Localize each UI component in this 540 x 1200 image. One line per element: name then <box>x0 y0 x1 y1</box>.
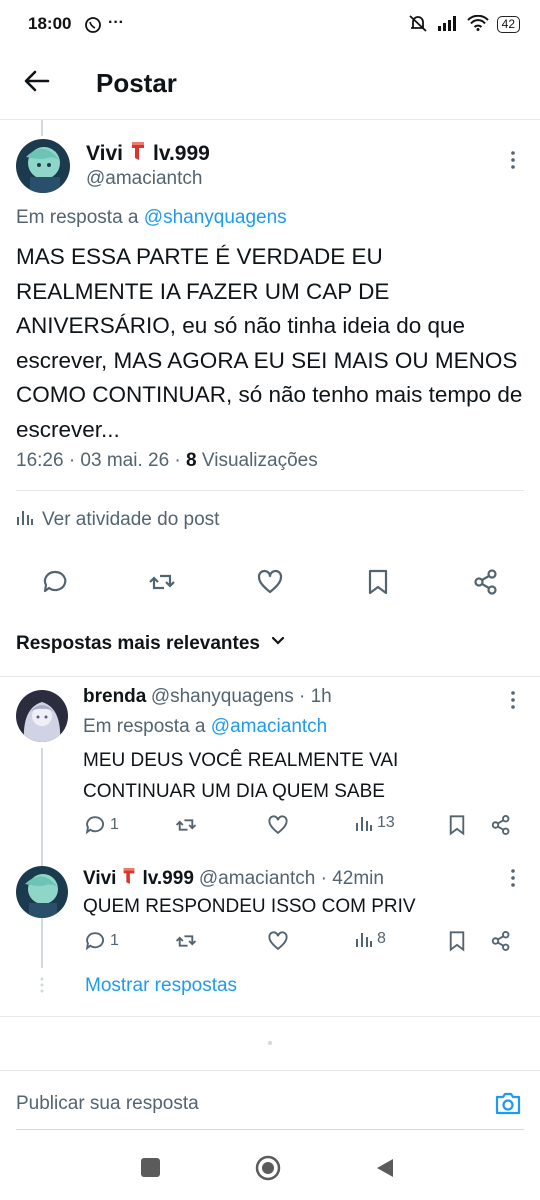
views-label: Visualizações <box>201 450 318 471</box>
home-button-icon[interactable] <box>255 1155 281 1186</box>
back-arrow-icon[interactable] <box>22 66 52 96</box>
battery-indicator: 42 <box>496 16 520 33</box>
like-icon[interactable] <box>267 814 289 836</box>
post-author-handle[interactable]: @amaciantch <box>86 168 202 190</box>
composer-underline <box>16 1129 524 1130</box>
views-button[interactable]: 8 <box>355 930 386 948</box>
view-activity-label[interactable]: Ver atividade do post <box>42 509 219 531</box>
whatsapp-icon <box>84 16 102 39</box>
meta-divider <box>16 490 524 491</box>
post-text: MAS ESSA PARTE É VERDADE EU REALMENTE IA… <box>16 244 523 442</box>
post-author-badge: lv.999 <box>152 141 210 165</box>
status-time: 18:00 <box>28 14 72 33</box>
signal-icon <box>437 15 459 34</box>
more-options-icon[interactable] <box>503 868 523 888</box>
reply-comment-button[interactable]: 1 <box>84 814 119 836</box>
more-options-icon[interactable] <box>503 690 523 710</box>
mute-icon <box>407 14 429 35</box>
reply-text: QUEM RESPONDEU ISSO COM PRIV <box>83 896 416 917</box>
post-author-line[interactable]: Vivi lv.999 <box>86 140 210 167</box>
reply-icon <box>85 816 104 835</box>
loading-dot <box>268 1041 272 1045</box>
bookmark-icon[interactable] <box>364 568 392 596</box>
comment-count: 1 <box>110 932 119 949</box>
reply-to-link[interactable]: @shanyquagens <box>144 207 287 228</box>
reply-text: MEU DEUS VOCÊ REALMENTE VAI CONTINUAR UM… <box>83 750 399 802</box>
back-button-icon[interactable] <box>374 1157 396 1184</box>
views-count: 8 <box>186 450 197 471</box>
reply-context: Em resposta a @amaciantch <box>83 716 327 738</box>
scarf-emoji-icon <box>129 140 147 167</box>
wifi-icon <box>466 14 489 34</box>
more-notifications-icon: ··· <box>108 14 124 31</box>
reply-context: Em resposta a @shanyquagens <box>16 207 287 229</box>
views-button[interactable]: 13 <box>355 814 395 832</box>
share-icon[interactable] <box>490 814 512 836</box>
reply-author-handle[interactable]: @amaciantch · 42min <box>199 868 384 890</box>
repost-icon[interactable] <box>175 930 197 952</box>
replies-divider <box>0 1016 540 1017</box>
like-icon[interactable] <box>267 930 289 952</box>
reply-prefix: Em resposta a <box>83 716 206 737</box>
system-nav-bar <box>0 1140 540 1200</box>
views-count: 13 <box>377 814 395 831</box>
repost-icon[interactable] <box>175 814 197 836</box>
composer-divider <box>0 1070 540 1071</box>
share-icon[interactable] <box>490 930 512 952</box>
reply-action-bar: 1 8 <box>0 930 540 960</box>
comment-count: 1 <box>110 816 119 833</box>
reply-to-link[interactable]: @amaciantch <box>211 716 327 737</box>
like-icon[interactable] <box>256 568 284 596</box>
reply-comment-button[interactable]: 1 <box>84 930 119 952</box>
reply-action-bar: 1 13 <box>0 814 540 844</box>
analytics-icon <box>356 817 372 831</box>
share-icon[interactable] <box>472 568 500 596</box>
reply-icon[interactable] <box>41 568 69 596</box>
reply-author-name[interactable]: brenda <box>83 686 146 707</box>
reply-author-badge: lv.999 <box>142 867 194 889</box>
reply-prefix: Em resposta a <box>16 207 139 228</box>
reply-author-handle[interactable]: @shanyquagens · 1h <box>151 686 332 707</box>
reply-avatar[interactable] <box>16 866 68 918</box>
section-divider <box>0 676 540 677</box>
post-author-avatar[interactable] <box>16 139 70 193</box>
post-meta: 16:26 · 03 mai. 26 · 8 Visualizações <box>16 450 318 472</box>
view-activity-link[interactable]: Ver atividade do post <box>16 508 219 532</box>
bookmark-icon[interactable] <box>446 930 468 952</box>
reply-composer-input[interactable]: Publicar sua resposta <box>16 1093 199 1115</box>
replies-section-title[interactable]: Respostas mais relevantes <box>16 633 260 655</box>
show-replies-link[interactable]: Mostrar respostas <box>85 975 237 997</box>
reply-header: Vivi lv.999 @amaciantch · 42min <box>83 866 384 891</box>
post-author-name[interactable]: Vivi <box>86 142 123 166</box>
reply-avatar[interactable] <box>16 690 68 742</box>
thread-dots-icon <box>38 976 46 999</box>
more-options-icon[interactable] <box>503 150 523 170</box>
camera-icon[interactable] <box>494 1090 522 1121</box>
post-timestamp: 16:26 · 03 mai. 26 · <box>16 450 181 471</box>
replies-sort-dropdown[interactable]: Respostas mais relevantes <box>16 633 286 655</box>
recents-button-icon[interactable] <box>141 1158 160 1177</box>
chevron-down-icon <box>270 633 286 655</box>
reply-header: brenda @shanyquagens · 1h <box>83 686 332 708</box>
thread-line <box>41 120 43 136</box>
bookmark-icon[interactable] <box>446 814 468 836</box>
page-title: Postar <box>96 68 177 98</box>
views-count: 8 <box>377 930 386 947</box>
analytics-icon <box>16 508 34 532</box>
post-action-bar <box>0 560 540 604</box>
repost-icon[interactable] <box>148 568 176 596</box>
scarf-emoji-icon <box>121 866 137 891</box>
reply-author-name[interactable]: Vivi <box>83 868 116 890</box>
header-divider <box>0 119 540 120</box>
